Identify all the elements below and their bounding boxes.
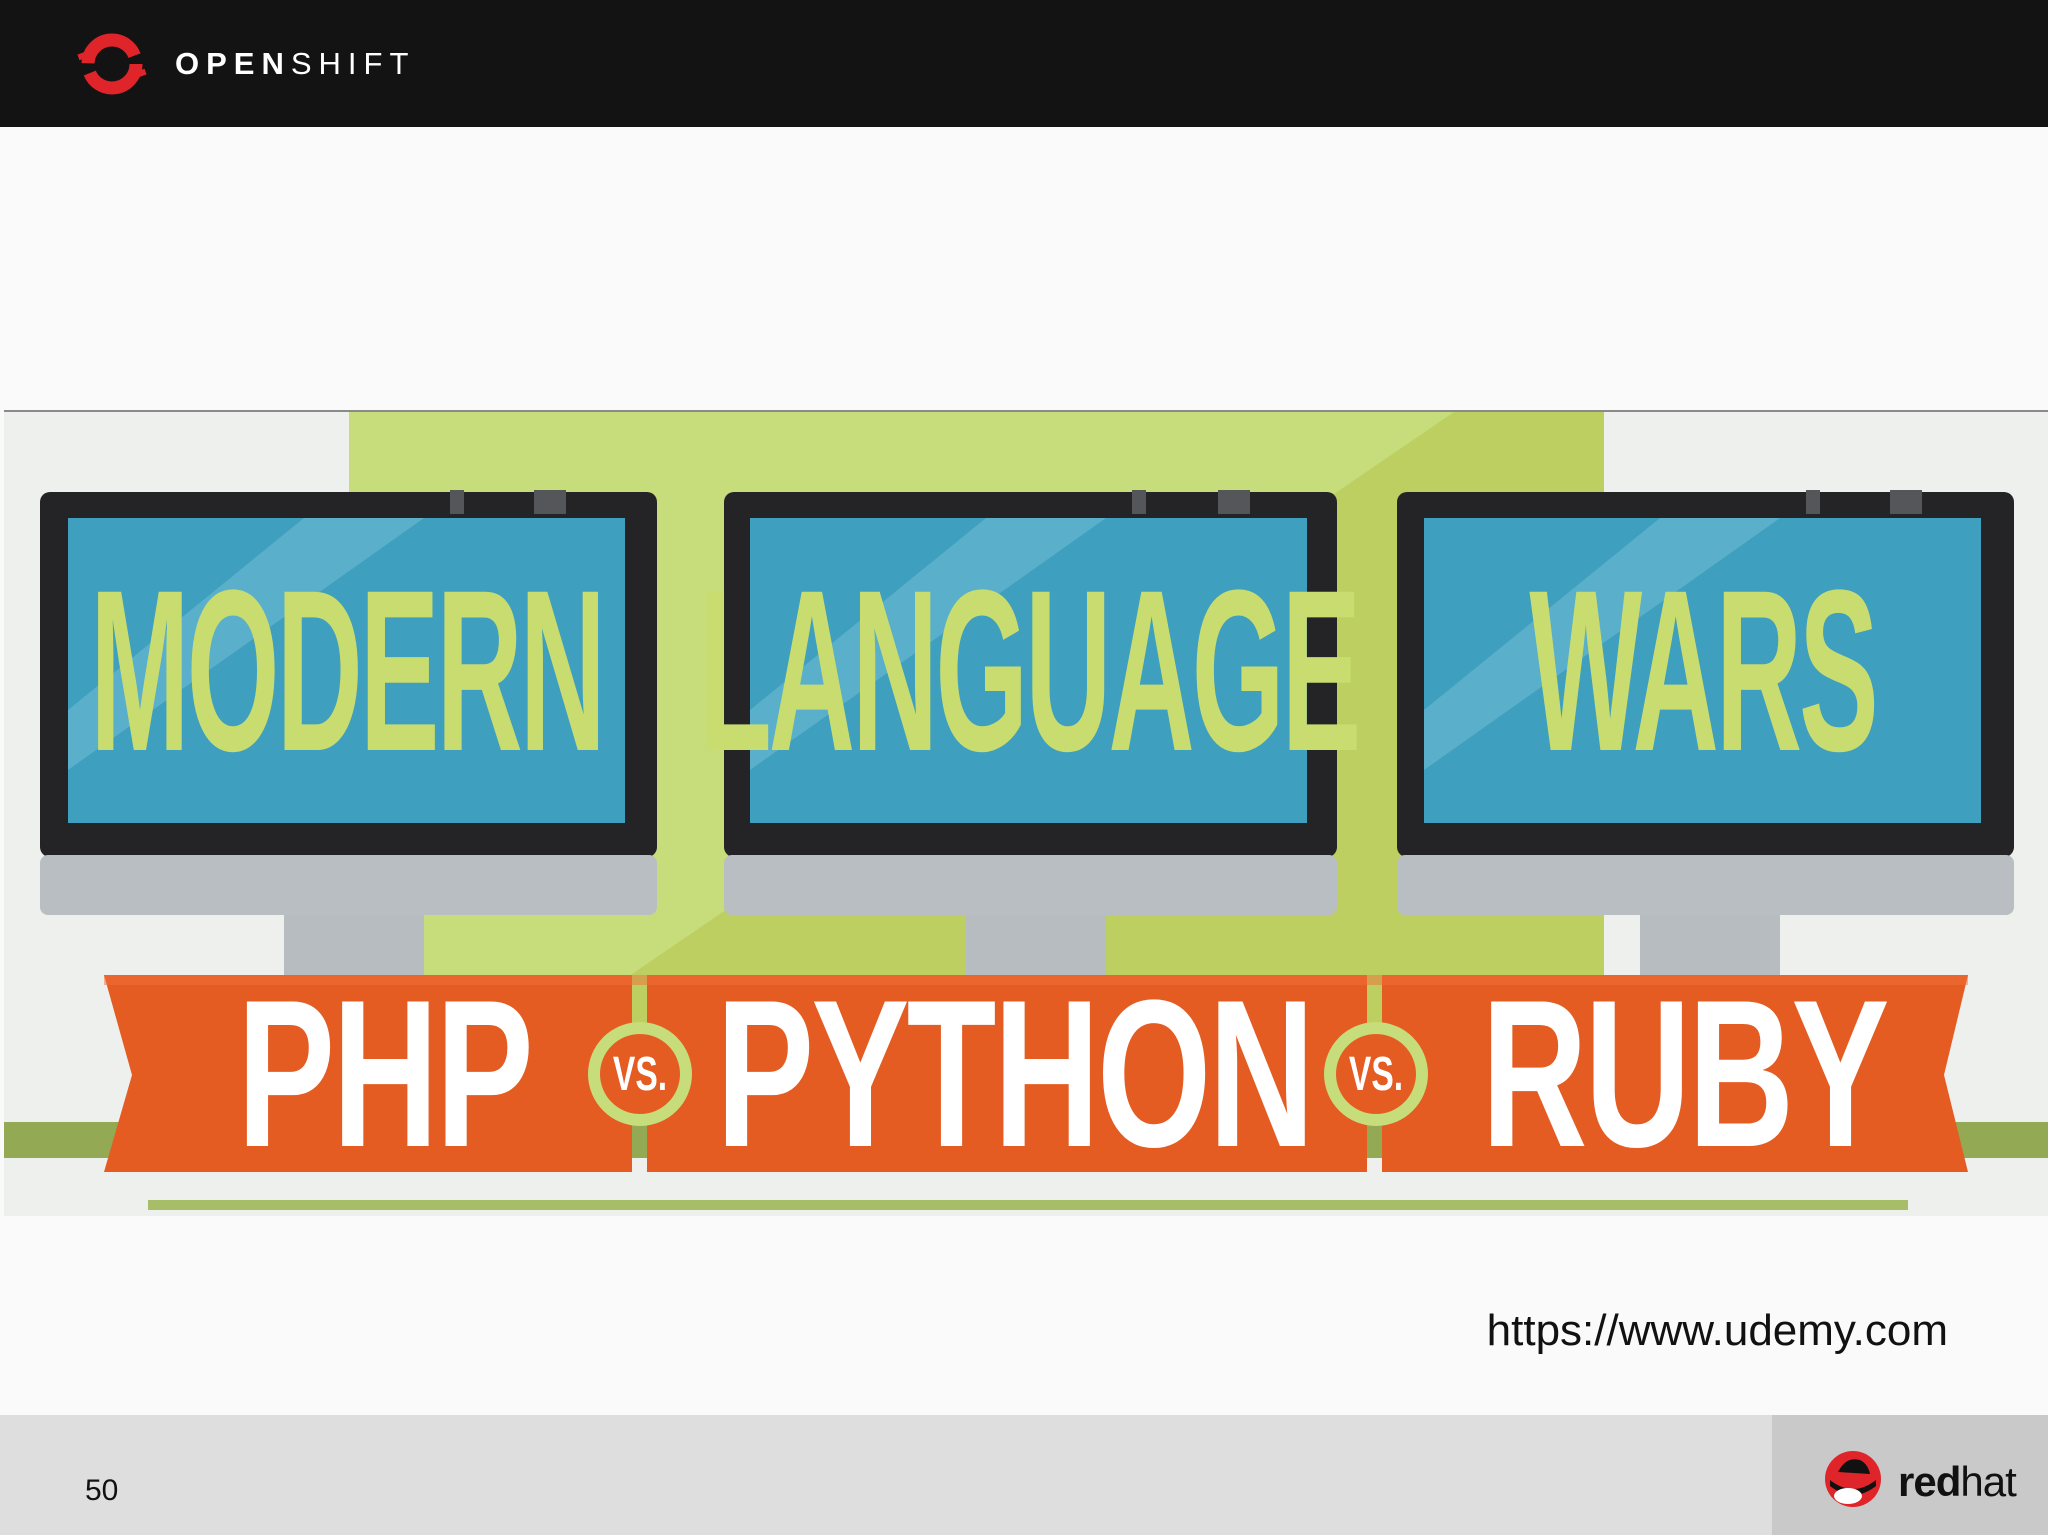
header-bar: OPENSHIFT <box>0 0 2048 127</box>
screen-word-modern: MODERN <box>90 542 606 799</box>
brand-name: OPENSHIFT <box>175 46 416 81</box>
openshift-logo-icon <box>77 33 147 95</box>
language-php: PHP <box>237 955 534 1191</box>
screen-word-language: LANGUAGE <box>698 542 1362 799</box>
redhat-wordmark: redhat <box>1898 1458 2017 1505</box>
language-ruby: RUBY <box>1481 955 1889 1191</box>
page-number: 50 <box>85 1474 119 1507</box>
source-url: https://www.udemy.com <box>1486 1306 1948 1355</box>
footer-bar <box>0 1415 2048 1535</box>
screen-word-wars: WARS <box>1529 542 1878 799</box>
versus-label-2: VS. <box>1348 1047 1404 1101</box>
redhat-logo-icon <box>1825 1451 1881 1507</box>
language-python: PYTHON <box>716 955 1315 1191</box>
banner-image: MODERN LANGUAGE WARS PHP PYTHON RUBY VS.… <box>4 410 2048 1216</box>
versus-label-1: VS. <box>612 1047 668 1101</box>
